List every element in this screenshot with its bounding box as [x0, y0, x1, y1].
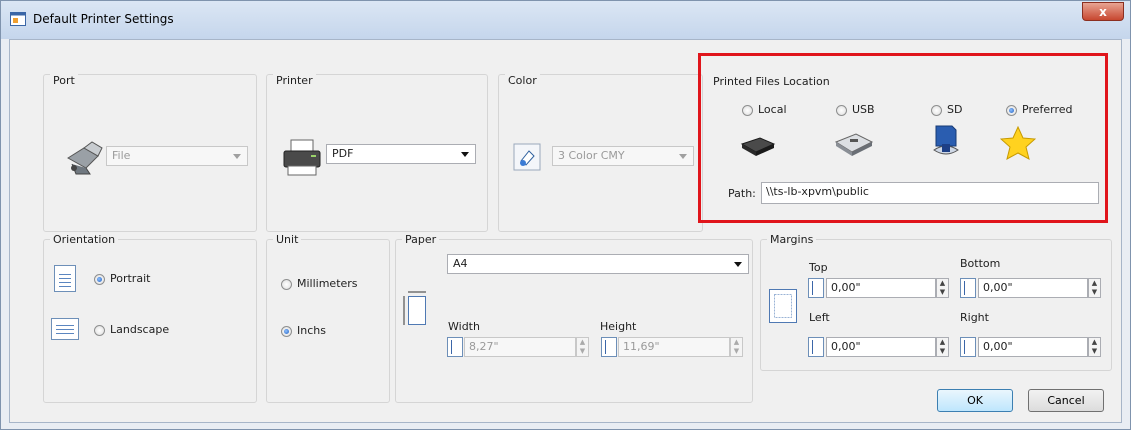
star-icon — [1000, 126, 1036, 160]
location-label: Printed Files Location — [713, 75, 830, 88]
paper-height-spinner[interactable]: ▲ ▼ — [730, 337, 743, 357]
landscape-page-icon — [51, 318, 79, 340]
sd-card-icon — [933, 125, 959, 155]
portrait-option[interactable]: Portrait — [110, 272, 150, 285]
printer-combobox[interactable]: PDF — [326, 144, 476, 164]
millimeters-option[interactable]: Millimeters — [297, 277, 358, 290]
paper-width-input[interactable]: 8,27" — [464, 337, 576, 357]
chevron-down-icon — [734, 262, 742, 267]
margin-bottom-input[interactable]: 0,00" — [978, 278, 1088, 298]
close-button[interactable]: x — [1082, 2, 1124, 21]
unit-group — [266, 239, 390, 403]
margin-right-label: Right — [960, 311, 989, 324]
chevron-down-icon — [679, 154, 687, 159]
margin-right-spinner[interactable]: ▲ ▼ — [1088, 337, 1101, 357]
margin-right-input[interactable]: 0,00" — [978, 337, 1088, 357]
landscape-radio[interactable] — [94, 325, 105, 336]
window-title: Default Printer Settings — [33, 12, 174, 26]
margin-bottom-spinner[interactable]: ▲ ▼ — [1088, 278, 1101, 298]
margin-top-icon — [808, 278, 824, 298]
local-drive-icon — [740, 137, 776, 156]
port-combobox[interactable]: File — [106, 146, 248, 166]
paper-size-combobox[interactable]: A4 — [447, 254, 749, 274]
color-combobox[interactable]: 3 Color CMY — [552, 146, 694, 166]
location-radio-usb[interactable] — [836, 105, 847, 116]
margin-bottom-label: Bottom — [960, 257, 1001, 270]
margin-left-label: Left — [809, 311, 830, 324]
port-selected: File — [112, 149, 131, 162]
cancel-button[interactable]: Cancel — [1028, 389, 1104, 412]
printer-settings-window: Default Printer Settings x Port File Pri… — [0, 0, 1131, 430]
color-selected: 3 Color CMY — [558, 149, 625, 162]
chevron-down-icon — [233, 154, 241, 159]
margin-top-label: Top — [809, 261, 828, 274]
chevron-down-icon — [461, 152, 469, 157]
color-icon — [513, 143, 541, 171]
inchs-option[interactable]: Inchs — [297, 324, 326, 337]
margin-left-spinner[interactable]: ▲ ▼ — [936, 337, 949, 357]
ok-button[interactable]: OK — [937, 389, 1013, 412]
location-option-sd[interactable]: SD — [947, 103, 962, 116]
printer-selected: PDF — [332, 147, 354, 160]
height-icon — [601, 337, 617, 357]
landscape-option[interactable]: Landscape — [110, 323, 169, 336]
orientation-label: Orientation — [50, 233, 119, 246]
printer-icon — [283, 139, 321, 176]
margin-right-icon — [960, 337, 976, 357]
paper-height-input[interactable]: 11,69" — [618, 337, 730, 357]
location-option-preferred[interactable]: Preferred — [1022, 103, 1073, 116]
portrait-page-icon — [54, 265, 76, 292]
paper-label: Paper — [402, 233, 440, 246]
path-label: Path: — [728, 187, 756, 200]
app-icon — [10, 12, 26, 26]
margins-label: Margins — [767, 233, 817, 246]
printer-label: Printer — [273, 74, 316, 87]
port-icon — [67, 141, 103, 175]
color-label: Color — [505, 74, 540, 87]
paper-height-label: Height — [600, 320, 637, 333]
margin-bottom-icon — [960, 278, 976, 298]
dialog-body: Port File Printer PDF Color 3 Color CMY … — [9, 39, 1122, 423]
portrait-radio[interactable] — [94, 274, 105, 285]
path-input[interactable]: \\ts-lb-xpvm\public — [761, 182, 1099, 204]
paper-size-icon — [403, 291, 426, 325]
paper-width-spinner[interactable]: ▲ ▼ — [576, 337, 589, 357]
paper-width-label: Width — [448, 320, 480, 333]
inchs-radio[interactable] — [281, 326, 292, 337]
port-label: Port — [50, 74, 78, 87]
location-radio-preferred[interactable] — [1006, 105, 1017, 116]
margins-icon — [769, 289, 797, 323]
width-icon — [447, 337, 463, 357]
location-radio-sd[interactable] — [931, 105, 942, 116]
margin-left-input[interactable]: 0,00" — [826, 337, 936, 357]
margin-left-icon — [808, 337, 824, 357]
location-radio-local[interactable] — [742, 105, 753, 116]
paper-size-selected: A4 — [453, 257, 468, 270]
location-option-local[interactable]: Local — [758, 103, 787, 116]
millimeters-radio[interactable] — [281, 279, 292, 290]
location-option-usb[interactable]: USB — [852, 103, 875, 116]
margin-top-spinner[interactable]: ▲ ▼ — [936, 278, 949, 298]
margin-top-input[interactable]: 0,00" — [826, 278, 936, 298]
unit-label: Unit — [273, 233, 302, 246]
usb-drive-icon — [834, 133, 874, 156]
title-bar[interactable]: Default Printer Settings x — [1, 1, 1130, 39]
